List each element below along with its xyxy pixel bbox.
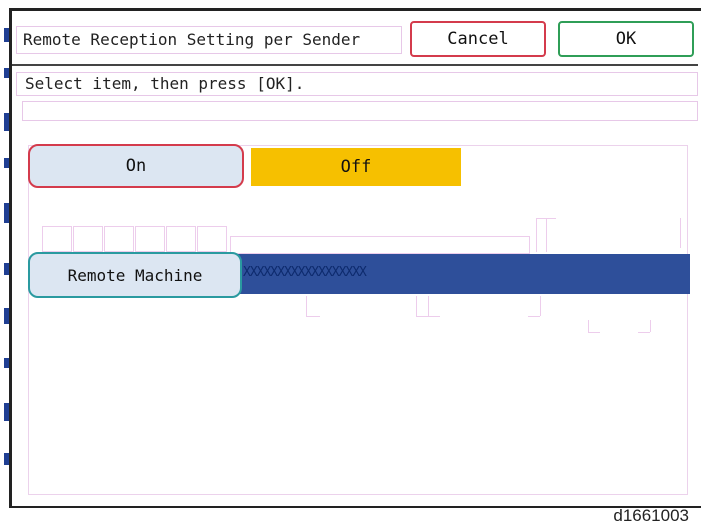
guide-box [166,226,196,252]
guide-line [536,218,537,252]
guide-line [528,316,540,317]
figure-id: d1661003 [613,506,689,525]
guide-line [650,320,651,332]
ok-button[interactable]: OK [558,21,694,57]
guide-line [416,316,440,317]
guide-line [306,316,320,317]
screen-title: Remote Reception Setting per Sender [16,26,402,54]
guide-line [588,332,600,333]
guide-line [306,296,307,316]
on-toggle-button[interactable]: On [28,144,244,188]
guide-line [546,218,547,252]
instruction-message: Select item, then press [OK]. [16,72,698,96]
guide-box [42,226,72,252]
guide-box [104,226,134,252]
guide-box [73,226,103,252]
guide-box [230,236,530,254]
off-toggle-button[interactable]: Off [251,148,461,186]
guide-line [536,218,556,219]
guide-line [588,320,589,332]
guide-box [135,226,165,252]
guide-line [680,218,681,248]
guide-line [428,296,429,316]
cancel-button[interactable]: Cancel [410,21,546,57]
guide-line [638,332,650,333]
header-divider [12,64,698,66]
guide-line [540,296,541,316]
remote-machine-button[interactable]: Remote Machine [28,252,242,298]
message-line-2 [22,101,698,121]
guide-line [416,296,417,316]
remote-machine-value: XXXXXXXXXXXXXXXXXX [243,265,367,280]
settings-panel [28,145,688,495]
guide-box [197,226,227,252]
